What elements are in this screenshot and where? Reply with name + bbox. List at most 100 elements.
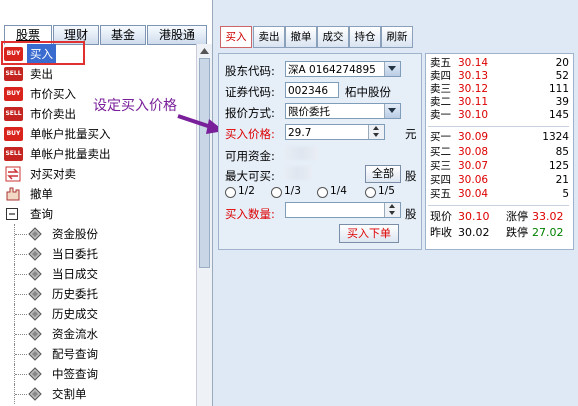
quote-price: 30.09 <box>458 131 489 143</box>
quote-divider <box>428 126 569 127</box>
tree-item-batch-buy[interactable]: BUY 单帐户批量买入 <box>0 124 196 144</box>
all-button[interactable]: 全部 <box>365 165 401 183</box>
diamond-icon <box>28 287 42 301</box>
quote-price: 30.06 <box>458 174 489 186</box>
radio-icon[interactable] <box>317 187 328 198</box>
account-select[interactable]: 深A 0164274895 <box>285 61 401 77</box>
tree-item-cross-trade[interactable]: 对买对卖 <box>0 164 196 184</box>
radio-icon[interactable] <box>365 187 376 198</box>
radio-icon[interactable] <box>271 187 282 198</box>
tree-child-label: 历史成交 <box>52 307 98 321</box>
quote-price: 30.13 <box>458 70 489 82</box>
tree-item-label: 市价卖出 <box>30 107 76 121</box>
tree-child-label: 交割单 <box>52 387 87 401</box>
spin-down-icon[interactable] <box>373 133 379 137</box>
submit-buy-button[interactable]: 买入下单 <box>339 224 399 243</box>
tree-child-item[interactable]: 资金股份 <box>0 224 196 244</box>
quote-panel: 卖五 30.14 20 卖四 30.13 52 卖三 30.12 111 卖二 … <box>425 53 574 250</box>
prev-close-value: 30.02 <box>458 226 490 239</box>
order-form: 股东代码: 深A 0164274895 证券代码: 002346 柘中股份 报价… <box>218 53 422 250</box>
quote-volume: 5 <box>562 188 569 200</box>
toolbar-buy-button[interactable]: 买入 <box>220 26 252 48</box>
quote-name: 买一 <box>430 131 451 143</box>
tab-fund[interactable]: 基金 <box>100 25 146 45</box>
tree-child-label: 资金股份 <box>52 227 98 241</box>
tree-child-item[interactable]: 配号查询 <box>0 344 196 364</box>
funds-value <box>283 146 319 160</box>
price-value: 29.7 <box>288 127 312 139</box>
tree-child-item[interactable]: 历史成交 <box>0 304 196 324</box>
annotation-text: 设定买入价格 <box>93 98 177 114</box>
tree-child-item[interactable]: 资金流水 <box>0 324 196 344</box>
tree-item-batch-sell[interactable]: SELL 单帐户批量卖出 <box>0 144 196 164</box>
cancel-hand-icon <box>6 187 20 201</box>
radio-icon[interactable] <box>225 187 236 198</box>
quote-volume: 145 <box>548 109 569 121</box>
diamond-icon <box>28 367 42 381</box>
quote-volume: 111 <box>548 83 569 95</box>
qty-label: 买入数量: <box>225 207 275 221</box>
buy-icon: BUY <box>4 87 23 101</box>
toolbar-sell-button[interactable]: 卖出 <box>253 26 285 48</box>
diamond-icon <box>28 227 42 241</box>
tree-item-label: 卖出 <box>30 67 53 81</box>
price-unit: 元 <box>405 127 417 141</box>
tree-item-label: 市价买入 <box>30 87 76 101</box>
tree-item-label: 对买对卖 <box>30 167 76 181</box>
tree-child-item[interactable]: 中签查询 <box>0 364 196 384</box>
diamond-icon <box>28 347 42 361</box>
price-mode-select[interactable]: 限价委托 <box>285 103 401 119</box>
toolbar-deals-button[interactable]: 成交 <box>317 26 349 48</box>
tree-child-item[interactable]: 当日成交 <box>0 264 196 284</box>
scroll-up-icon[interactable] <box>200 48 209 54</box>
fraction-label: 1/5 <box>378 185 395 197</box>
quote-name: 卖四 <box>430 70 451 82</box>
spin-up-icon[interactable] <box>389 204 395 208</box>
fraction-radio-half[interactable]: 1/2 <box>225 185 269 199</box>
price-spinner[interactable] <box>368 125 384 139</box>
sell-icon: SELL <box>4 107 23 121</box>
max-unit: 股 <box>405 169 417 183</box>
spin-up-icon[interactable] <box>373 126 379 130</box>
quote-divider <box>428 205 569 206</box>
tree-item-query[interactable]: 查询 <box>0 204 196 224</box>
price-input[interactable]: 29.7 <box>285 124 385 140</box>
toolbar-cancel-button[interactable]: 撤单 <box>285 26 317 48</box>
qty-input[interactable] <box>285 202 401 218</box>
diamond-icon <box>28 267 42 281</box>
sell-icon: SELL <box>4 147 23 161</box>
toolbar-positions-button[interactable]: 持仓 <box>349 26 381 48</box>
quote-price: 30.10 <box>458 109 489 121</box>
fraction-radio-fifth[interactable]: 1/5 <box>365 185 409 199</box>
fraction-radio-quarter[interactable]: 1/4 <box>317 185 361 199</box>
quote-volume: 21 <box>555 174 569 186</box>
tree-item-sell[interactable]: SELL 卖出 <box>0 64 196 84</box>
sell-icon: SELL <box>4 67 23 81</box>
qty-spinner[interactable] <box>384 203 400 217</box>
limit-up-value: 33.02 <box>532 210 564 223</box>
left-panel: 股票 理财 基金 港股通 BUY 买入 SELL 卖出 BUY 市价买入 SEL… <box>0 0 213 406</box>
tab-hk-connect[interactable]: 港股通 <box>147 25 207 45</box>
scroll-thumb[interactable] <box>199 58 210 268</box>
tree-child-item[interactable]: 交割单 <box>0 384 196 404</box>
tree-child-item[interactable]: 历史委托 <box>0 284 196 304</box>
collapse-icon[interactable] <box>6 208 18 220</box>
account-label: 股东代码: <box>225 64 275 78</box>
quote-price: 30.08 <box>458 146 489 158</box>
tree-child-label: 历史委托 <box>52 287 98 301</box>
limit-up-label: 涨停 <box>506 210 528 223</box>
quote-name: 买四 <box>430 174 451 186</box>
quote-volume: 39 <box>555 96 569 108</box>
toolbar-refresh-button[interactable]: 刷新 <box>381 26 413 48</box>
spin-down-icon[interactable] <box>389 211 395 215</box>
tree-child-label: 中签查询 <box>52 367 98 381</box>
quote-volume: 52 <box>555 70 569 82</box>
code-input[interactable]: 002346 <box>285 82 339 98</box>
tree-scrollbar[interactable] <box>196 44 212 406</box>
fraction-radio-third[interactable]: 1/3 <box>271 185 315 199</box>
quote-volume: 1324 <box>542 131 569 143</box>
tree-child-item[interactable]: 当日委托 <box>0 244 196 264</box>
tree-item-cancel[interactable]: 撤单 <box>0 184 196 204</box>
tree-item-label: 查询 <box>30 207 53 221</box>
code-label: 证券代码: <box>225 85 275 99</box>
